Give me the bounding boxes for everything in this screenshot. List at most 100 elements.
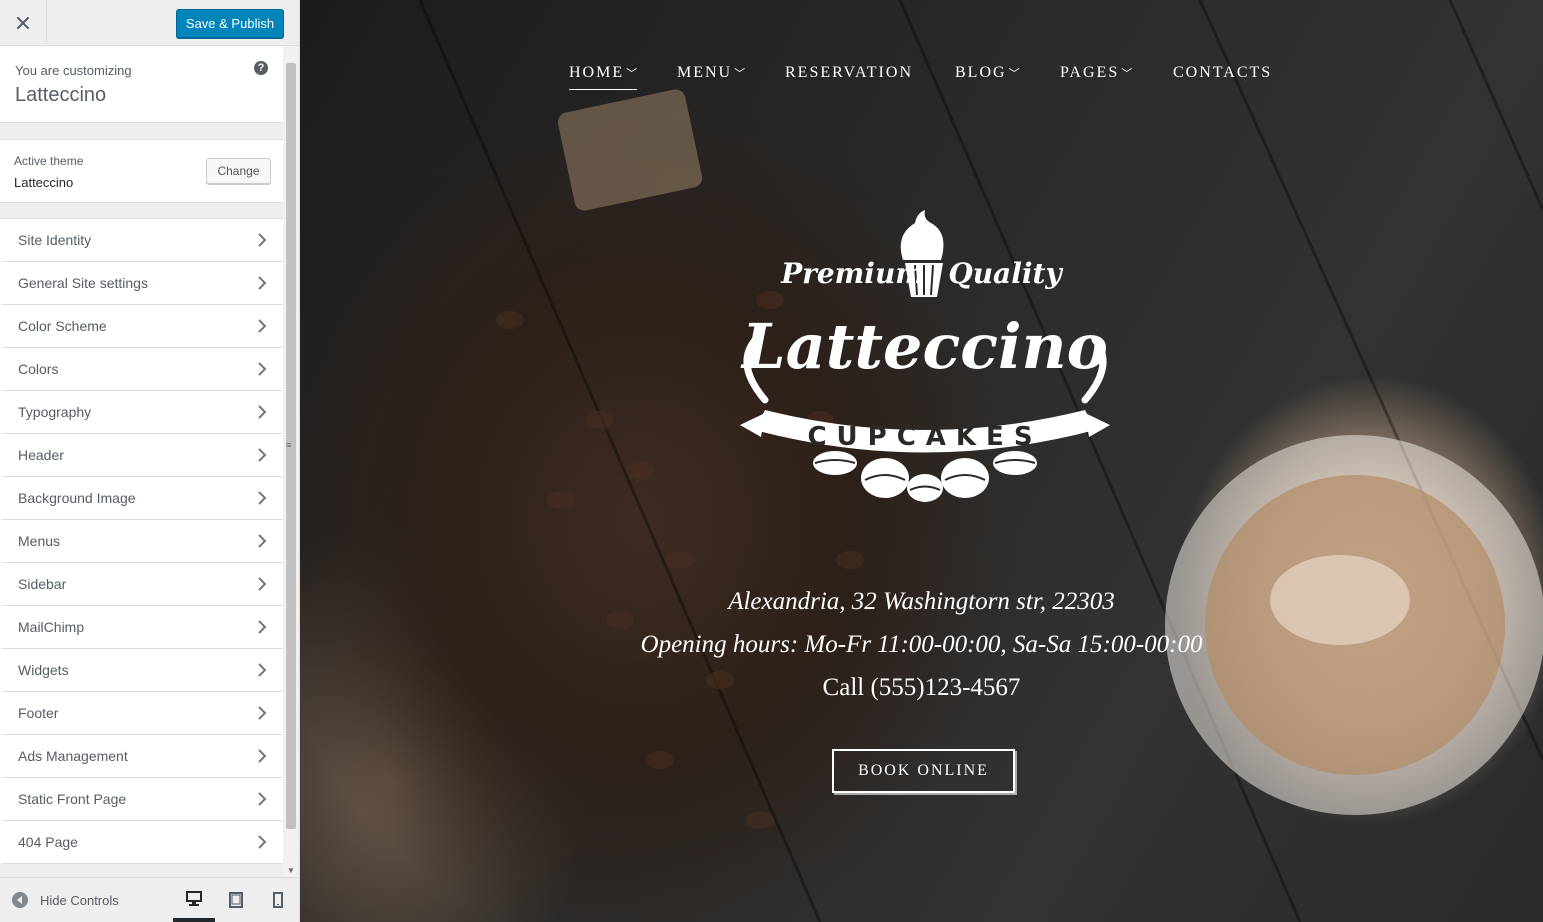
- panel-label: Ads Management: [18, 748, 128, 764]
- panel-widgets[interactable]: Widgets: [0, 649, 283, 692]
- hide-controls-label: Hide Controls: [40, 892, 119, 908]
- logo-brand: Latteccino: [740, 310, 1108, 383]
- customizer-footer: Hide Controls: [0, 877, 299, 922]
- panel-label: Static Front Page: [18, 791, 127, 807]
- chevron-right-icon: [258, 835, 267, 849]
- mobile-icon: [273, 892, 283, 908]
- chevron-down-icon: ﹀: [734, 68, 746, 80]
- chevron-right-icon: [258, 448, 267, 462]
- nav-home[interactable]: HOME ﹀: [569, 64, 638, 90]
- nav-reservation[interactable]: RESERVATION: [785, 64, 913, 82]
- chevron-right-icon: [258, 362, 267, 376]
- chevron-right-icon: [258, 792, 267, 806]
- panel-label: 404 Page: [18, 834, 78, 850]
- chevron-right-icon: [258, 577, 267, 591]
- hide-controls-button[interactable]: Hide Controls: [12, 890, 119, 910]
- panel-label: Sidebar: [18, 576, 67, 592]
- chevron-right-icon: [258, 405, 267, 419]
- chevron-right-icon: [258, 233, 267, 247]
- nav-label: RESERVATION: [785, 64, 913, 81]
- nav-pages[interactable]: PAGES ﹀: [1060, 64, 1132, 82]
- logo-ribbon-text: CUPCAKES: [807, 422, 1042, 452]
- desktop-icon: [186, 890, 202, 906]
- customizer-header: Save & Publish: [0, 0, 299, 46]
- chevron-right-icon: [258, 491, 267, 505]
- collapse-arrow-icon: [12, 892, 28, 908]
- panel-label: Header: [18, 447, 64, 463]
- nav-label: PAGES: [1060, 64, 1120, 81]
- active-theme-section: Active theme Latteccino Change: [0, 139, 283, 203]
- panel-label: Site Identity: [18, 232, 92, 248]
- chevron-down-icon: ﹀: [1008, 68, 1020, 80]
- panel-color-scheme[interactable]: Color Scheme: [0, 305, 283, 348]
- site-preview: HOME ﹀ MENU ﹀ RESERVATION BLOG ﹀ PAGES ﹀ CON…: [300, 0, 1543, 922]
- panel-static-front-page[interactable]: Static Front Page: [0, 778, 283, 821]
- nav-contacts[interactable]: CONTACTS: [1173, 64, 1272, 82]
- chevron-right-icon: [258, 319, 267, 333]
- scrollbar-grip-icon: ≡: [286, 440, 292, 450]
- chevron-right-icon: [258, 620, 267, 634]
- panel-footer[interactable]: Footer: [0, 692, 283, 735]
- panel-mailchimp[interactable]: MailChimp: [0, 606, 283, 649]
- scroll-down-arrow-icon[interactable]: ▼: [287, 866, 295, 875]
- panel-menus[interactable]: Menus: [0, 520, 283, 563]
- book-online-button[interactable]: BOOK ONLINE: [832, 749, 1015, 793]
- panel-label: Footer: [18, 705, 59, 721]
- logo-tagline-left: Premium: [780, 257, 925, 290]
- preview-tablet-button[interactable]: [215, 878, 257, 922]
- nav-menu[interactable]: MENU ﹀: [677, 64, 745, 82]
- preview-desktop-button[interactable]: [173, 878, 215, 922]
- panel-sidebar[interactable]: Sidebar: [0, 563, 283, 606]
- panel-colors[interactable]: Colors: [0, 348, 283, 391]
- tablet-icon: [229, 892, 243, 908]
- panel-label: Menus: [18, 533, 61, 549]
- panel-general-site-settings[interactable]: General Site settings: [0, 262, 283, 305]
- save-publish-button[interactable]: Save & Publish: [176, 9, 284, 38]
- phone-number: Call (555)123-4567: [822, 674, 1021, 701]
- customizer-panel-list: Site Identity General Site settings Colo…: [0, 218, 283, 864]
- change-theme-button[interactable]: Change: [206, 158, 271, 184]
- panel-background-image[interactable]: Background Image: [0, 477, 283, 520]
- chevron-down-icon: ﹀: [1121, 68, 1133, 80]
- nav-blog[interactable]: BLOG ﹀: [955, 64, 1020, 82]
- panel-typography[interactable]: Typography: [0, 391, 283, 434]
- chevron-right-icon: [258, 706, 267, 720]
- close-icon: [17, 17, 29, 29]
- panel-site-identity[interactable]: Site Identity: [0, 219, 283, 262]
- panel-label: MailChimp: [18, 619, 85, 635]
- customizing-label: You are customizing: [15, 63, 132, 78]
- chevron-right-icon: [258, 663, 267, 677]
- latteccino-logo: Premium Quality Latteccino CUPCAKES: [740, 210, 1110, 502]
- customizer-sidebar: Save & Publish You are customizing Latte…: [0, 0, 300, 922]
- cafe-address: Alexandria, 32 Washingtorn str, 22303: [728, 588, 1115, 615]
- panel-ads-management[interactable]: Ads Management: [0, 735, 283, 778]
- sidebar-scrollbar[interactable]: ≡ ▼: [283, 46, 299, 877]
- customizing-info: You are customizing Latteccino ?: [0, 46, 283, 123]
- coffee-beans-icon: [813, 451, 1037, 502]
- nav-label: MENU: [677, 64, 733, 81]
- chevron-right-icon: [258, 276, 267, 290]
- nav-label: CONTACTS: [1173, 64, 1273, 81]
- site-name: Latteccino: [15, 84, 107, 106]
- panel-label: General Site settings: [18, 275, 148, 291]
- nav-label: BLOG: [955, 64, 1007, 81]
- close-customizer-button[interactable]: [0, 0, 47, 46]
- chevron-right-icon: [258, 749, 267, 763]
- chevron-right-icon: [258, 534, 267, 548]
- chevron-down-icon: ﹀: [626, 68, 638, 80]
- active-theme-name: Latteccino: [14, 175, 74, 190]
- logo-tagline-right: Quality: [948, 257, 1063, 290]
- panel-label: Background Image: [18, 490, 136, 506]
- help-icon[interactable]: ?: [254, 61, 268, 75]
- panel-404-page[interactable]: 404 Page: [0, 821, 283, 864]
- opening-hours: Opening hours: Mo-Fr 11:00-00:00, Sa-Sa …: [640, 631, 1203, 658]
- main-navigation: HOME ﹀ MENU ﹀ RESERVATION BLOG ﹀ PAGES ﹀ CON…: [300, 64, 1543, 94]
- panel-label: Widgets: [18, 662, 69, 678]
- panel-label: Typography: [18, 404, 92, 420]
- preview-mobile-button[interactable]: [257, 878, 299, 922]
- panel-label: Color Scheme: [18, 318, 107, 334]
- panel-label: Colors: [18, 361, 59, 377]
- nav-label: HOME: [569, 64, 625, 81]
- panel-header[interactable]: Header: [0, 434, 283, 477]
- active-theme-label: Active theme: [14, 154, 84, 168]
